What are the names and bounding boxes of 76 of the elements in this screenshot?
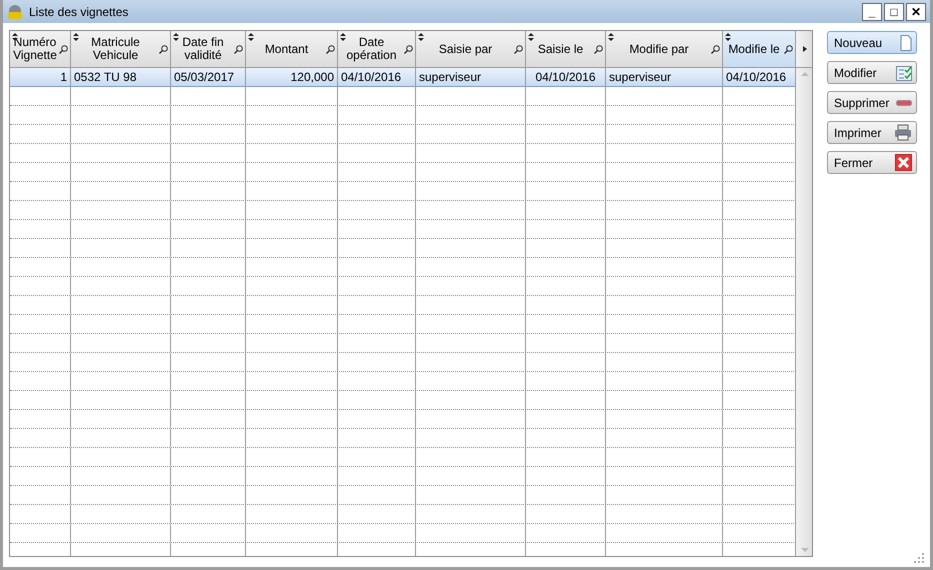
action-button[interactable]: Fermer — [827, 151, 917, 174]
close-button[interactable]: ✕ — [906, 2, 926, 20]
empty-row[interactable] — [10, 201, 796, 220]
empty-row[interactable] — [10, 353, 796, 372]
empty-row[interactable] — [10, 258, 796, 277]
empty-row[interactable] — [10, 334, 796, 353]
empty-row[interactable] — [10, 239, 796, 258]
empty-row[interactable] — [10, 182, 796, 201]
table-cell[interactable]: 120,000 — [246, 68, 338, 87]
table-cell[interactable]: superviseur — [416, 68, 526, 87]
empty-row[interactable] — [10, 410, 796, 429]
search-icon[interactable] — [234, 45, 243, 54]
empty-row[interactable] — [10, 125, 796, 144]
table-cell[interactable]: 04/10/2016 — [526, 68, 606, 87]
search-icon[interactable] — [594, 45, 603, 54]
search-icon[interactable] — [326, 45, 335, 54]
empty-row[interactable] — [10, 524, 796, 543]
column-header[interactable]: Saisie par — [416, 31, 526, 68]
maximize-button[interactable]: □ — [884, 2, 904, 20]
table-cell[interactable]: 04/10/2016 — [723, 68, 796, 87]
action-button[interactable]: Imprimer — [827, 121, 917, 144]
empty-row[interactable] — [10, 296, 796, 315]
search-icon[interactable] — [784, 45, 793, 54]
search-icon[interactable] — [59, 45, 68, 54]
empty-row[interactable] — [10, 391, 796, 410]
empty-row[interactable] — [10, 486, 796, 505]
printer-icon — [894, 124, 912, 141]
minimize-button[interactable]: _ — [862, 2, 882, 20]
action-button[interactable]: Supprimer — [827, 91, 917, 114]
empty-row[interactable] — [10, 505, 796, 524]
page-icon — [899, 34, 912, 50]
empty-row[interactable] — [10, 429, 796, 448]
column-header[interactable]: Modifie le — [723, 31, 796, 68]
empty-row[interactable] — [10, 315, 796, 334]
sort-icon[interactable] — [725, 33, 731, 41]
table-cell[interactable]: 04/10/2016 — [338, 68, 416, 87]
close-icon — [895, 154, 912, 171]
window-title: Liste des vignettes — [29, 4, 128, 20]
search-icon[interactable] — [404, 45, 413, 54]
empty-row[interactable] — [10, 144, 796, 163]
action-button[interactable]: Nouveau — [827, 31, 917, 54]
sort-icon[interactable] — [173, 33, 179, 41]
sort-icon[interactable] — [340, 33, 346, 41]
action-button[interactable]: Modifier — [827, 61, 917, 84]
empty-row[interactable] — [10, 467, 796, 486]
sort-icon[interactable] — [73, 33, 79, 41]
empty-row[interactable] — [10, 163, 796, 182]
empty-row[interactable] — [10, 277, 796, 296]
column-header[interactable]: Saisie le — [526, 31, 606, 68]
table-cell[interactable]: 0532 TU 98 — [71, 68, 171, 87]
column-header[interactable]: Date fin validité — [171, 31, 246, 68]
sort-icon[interactable] — [608, 33, 614, 41]
table-cell[interactable]: superviseur — [606, 68, 723, 87]
app-icon — [7, 4, 23, 20]
search-icon[interactable] — [514, 45, 523, 54]
sort-icon[interactable] — [248, 33, 254, 41]
minus-icon — [896, 100, 912, 106]
empty-row[interactable] — [10, 87, 796, 106]
sort-icon[interactable] — [418, 33, 424, 41]
scroll-right-icon[interactable] — [802, 46, 806, 52]
resize-grip-icon[interactable] — [914, 553, 924, 563]
checklist-icon — [896, 64, 912, 80]
column-header[interactable]: Modifie par — [606, 31, 723, 68]
column-header[interactable]: Date opération — [338, 31, 416, 68]
search-icon[interactable] — [711, 45, 720, 54]
table-cell[interactable]: 05/03/2017 — [171, 68, 246, 87]
empty-row[interactable] — [10, 372, 796, 391]
sort-icon[interactable] — [528, 33, 534, 41]
empty-row[interactable] — [10, 448, 796, 467]
column-header[interactable]: Matricule Vehicule — [71, 31, 171, 68]
column-header[interactable]: Montant — [246, 31, 338, 68]
empty-row[interactable] — [10, 220, 796, 239]
search-icon[interactable] — [159, 45, 168, 54]
table-cell[interactable]: 1 — [10, 68, 71, 87]
column-header[interactable]: Numéro Vignette — [10, 31, 71, 68]
empty-row[interactable] — [10, 106, 796, 125]
